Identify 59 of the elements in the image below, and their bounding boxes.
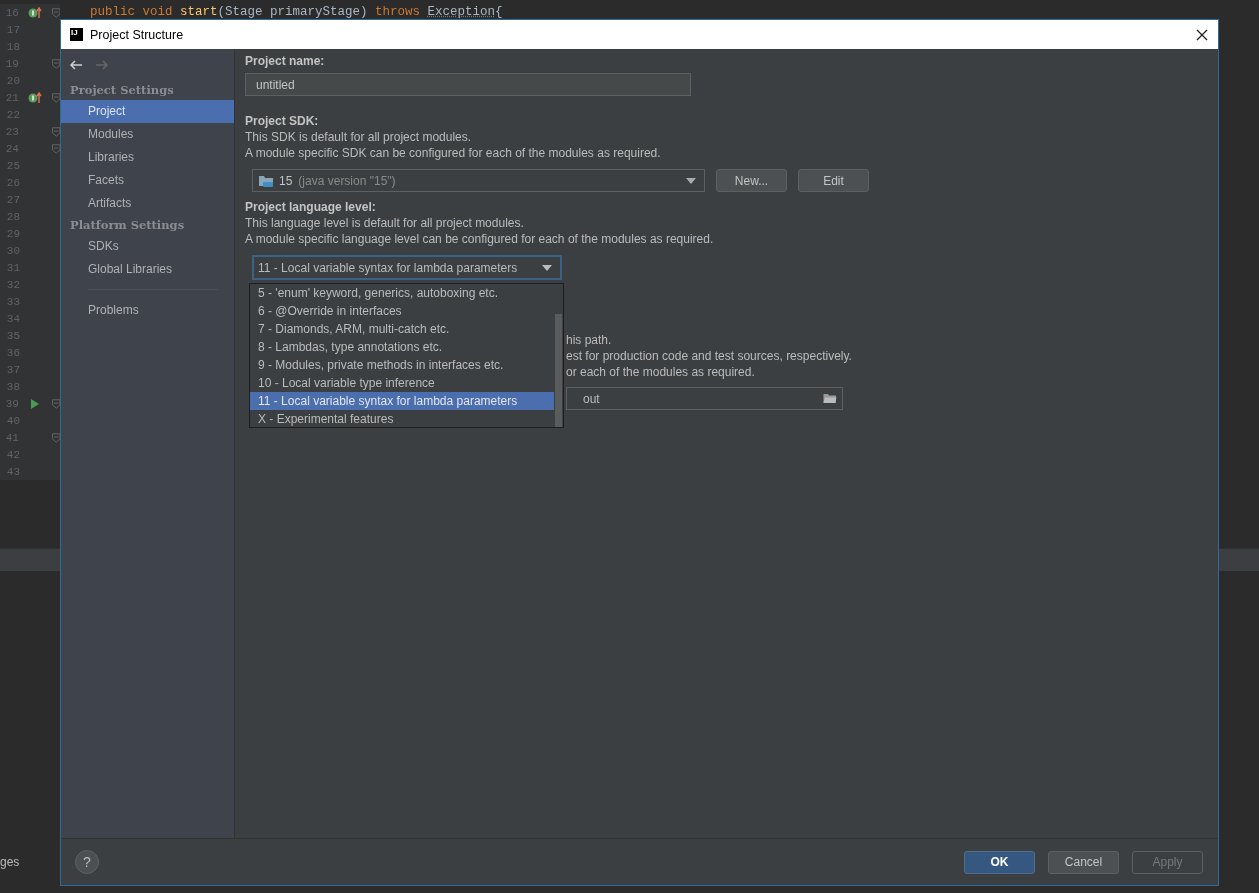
description-text: This SDK is default for all project modules. xyxy=(245,129,473,145)
fold-marker-icon[interactable] xyxy=(51,432,60,443)
field-label: Project name: xyxy=(245,53,326,69)
dropdown-option[interactable]: 5 - 'enum' keyword, generics, autoboxing etc. xyxy=(250,284,554,302)
fold-marker-icon[interactable] xyxy=(51,58,60,69)
sidebar-item[interactable]: SDKs xyxy=(61,235,234,258)
dropdown-option[interactable]: 9 - Modules, private methods in interfaces etc. xyxy=(250,356,554,374)
help-button[interactable]: ? xyxy=(75,850,99,874)
scrollbar-thumb[interactable] xyxy=(555,314,562,427)
dialog-button[interactable]: Cancel xyxy=(1048,850,1119,874)
status-text: ges xyxy=(0,855,20,869)
back-arrow-icon[interactable] xyxy=(69,59,83,70)
description-text: A module specific language level can be configured for each of the modules as required. xyxy=(245,231,715,247)
section-text: or each of the modules as required. xyxy=(566,364,755,380)
description-text: A module specific SDK can be configured for each of the modules as required. xyxy=(245,145,662,161)
dropdown-option[interactable]: X - Experimental features xyxy=(250,410,554,428)
caret-icon xyxy=(542,264,552,271)
section-text: est for production code and test sources, respectively. xyxy=(566,348,852,364)
fold-marker-icon[interactable] xyxy=(51,143,60,154)
sdk-dropdown[interactable]: 15 (java version "15") xyxy=(252,169,705,192)
dropdown-option[interactable]: 11 - Local variable syntax for lambda parameters xyxy=(250,392,554,410)
window-title: Project Structure xyxy=(90,27,185,42)
close-icon[interactable] xyxy=(1196,28,1208,41)
dropdown-option[interactable]: 10 - Local variable type inference xyxy=(250,374,554,392)
sidebar-item[interactable]: Project xyxy=(61,100,234,123)
forward-arrow-icon[interactable] xyxy=(95,59,109,70)
code-line: public void start(Stage primaryStage) throws Exception{ xyxy=(90,4,503,20)
output-path-field[interactable]: out xyxy=(566,387,843,410)
implements-icon[interactable] xyxy=(28,6,43,19)
implements-icon[interactable] xyxy=(28,91,43,104)
field-label: Project SDK: xyxy=(245,113,320,129)
sidebar-header: Project Settings xyxy=(69,82,175,99)
sidebar-item[interactable]: Artifacts xyxy=(61,192,234,215)
fold-marker-icon[interactable] xyxy=(51,7,60,18)
dropdown-option[interactable]: 7 - Diamonds, ARM, multi-catch etc. xyxy=(250,320,554,338)
fold-marker-icon[interactable] xyxy=(51,92,60,103)
caret-icon xyxy=(686,177,696,184)
field-label: Project language level: xyxy=(245,199,377,215)
sidebar-item[interactable]: Global Libraries xyxy=(61,258,234,281)
fold-marker-icon[interactable] xyxy=(51,398,60,409)
sidebar-item[interactable]: Modules xyxy=(61,123,234,146)
dialog-button[interactable]: OK xyxy=(964,850,1035,874)
sidebar-item[interactable]: Libraries xyxy=(61,146,234,169)
sidebar-item[interactable]: Problems xyxy=(61,299,234,322)
project-name-field[interactable]: untitled xyxy=(245,73,691,96)
section-text: his path. xyxy=(566,332,612,348)
sidebar-header: Platform Settings xyxy=(69,217,186,234)
description-text: This language level is default for all project modules. xyxy=(245,215,525,231)
fold-marker-icon[interactable] xyxy=(51,126,60,137)
app-logo: IJ xyxy=(70,28,83,41)
sidebar-item[interactable]: Facets xyxy=(61,169,234,192)
run-icon[interactable] xyxy=(30,397,41,410)
dropdown-option[interactable]: 6 - @Override in interfaces xyxy=(250,302,554,320)
sdk-button[interactable]: New... xyxy=(716,169,787,192)
folder-icon xyxy=(258,173,274,188)
language-level-dropdown[interactable]: 11 - Local variable syntax for lambda parameters xyxy=(252,255,562,280)
sdk-button[interactable]: Edit xyxy=(798,169,869,192)
folder-icon[interactable] xyxy=(823,393,837,404)
dropdown-option[interactable]: 8 - Lambdas, type annotations etc. xyxy=(250,338,554,356)
